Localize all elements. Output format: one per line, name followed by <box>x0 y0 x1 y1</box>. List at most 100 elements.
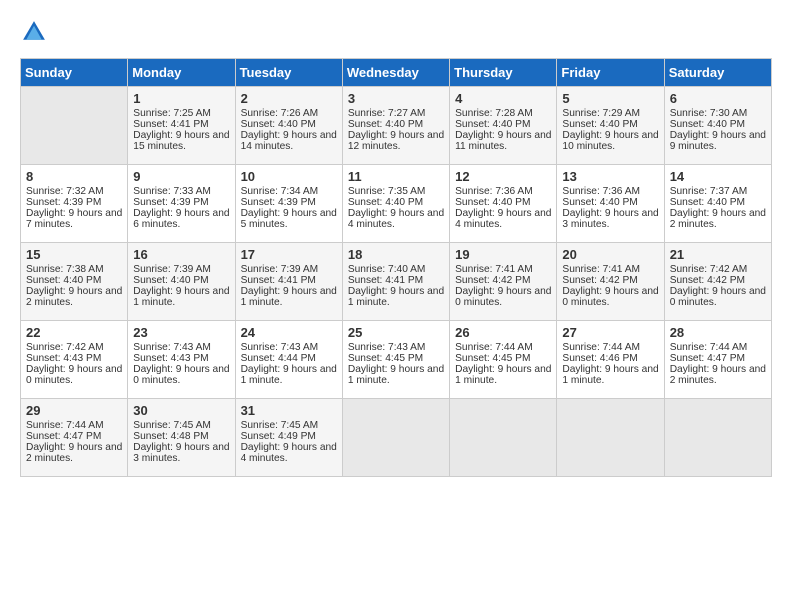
day-number: 4 <box>455 91 552 106</box>
day-number: 21 <box>670 247 767 262</box>
column-header-friday: Friday <box>557 59 664 87</box>
daylight-text: Daylight: 9 hours and 1 minute. <box>241 364 338 386</box>
sunset-text: Sunset: 4:43 PM <box>133 353 230 364</box>
calendar-cell: 15Sunrise: 7:38 AMSunset: 4:40 PMDayligh… <box>21 243 128 321</box>
calendar-cell: 25Sunrise: 7:43 AMSunset: 4:45 PMDayligh… <box>342 321 449 399</box>
daylight-text: Daylight: 9 hours and 10 minutes. <box>562 130 659 152</box>
daylight-text: Daylight: 9 hours and 2 minutes. <box>26 286 123 308</box>
daylight-text: Daylight: 9 hours and 4 minutes. <box>348 208 445 230</box>
daylight-text: Daylight: 9 hours and 2 minutes. <box>670 208 767 230</box>
calendar-cell: 3Sunrise: 7:27 AMSunset: 4:40 PMDaylight… <box>342 87 449 165</box>
day-number: 10 <box>241 169 338 184</box>
sunset-text: Sunset: 4:40 PM <box>670 119 767 130</box>
sunset-text: Sunset: 4:40 PM <box>241 119 338 130</box>
sunrise-text: Sunrise: 7:36 AM <box>455 186 552 197</box>
sunrise-text: Sunrise: 7:43 AM <box>133 342 230 353</box>
sunrise-text: Sunrise: 7:39 AM <box>241 264 338 275</box>
daylight-text: Daylight: 9 hours and 1 minute. <box>241 286 338 308</box>
sunrise-text: Sunrise: 7:44 AM <box>562 342 659 353</box>
daylight-text: Daylight: 9 hours and 1 minute. <box>348 286 445 308</box>
sunrise-text: Sunrise: 7:38 AM <box>26 264 123 275</box>
day-number: 13 <box>562 169 659 184</box>
sunrise-text: Sunrise: 7:45 AM <box>133 420 230 431</box>
day-number: 19 <box>455 247 552 262</box>
day-number: 9 <box>133 169 230 184</box>
sunrise-text: Sunrise: 7:42 AM <box>26 342 123 353</box>
sunset-text: Sunset: 4:40 PM <box>562 197 659 208</box>
sunset-text: Sunset: 4:41 PM <box>241 275 338 286</box>
calendar-cell: 6Sunrise: 7:30 AMSunset: 4:40 PMDaylight… <box>664 87 771 165</box>
day-number: 5 <box>562 91 659 106</box>
day-number: 24 <box>241 325 338 340</box>
week-row: 1Sunrise: 7:25 AMSunset: 4:41 PMDaylight… <box>21 87 772 165</box>
calendar-cell: 17 Sunrise: 7:39 AMSunset: 4:41 PMDayligh… <box>235 243 342 321</box>
calendar-cell <box>664 399 771 477</box>
day-number: 29 <box>26 403 123 418</box>
day-number: 27 <box>562 325 659 340</box>
column-header-wednesday: Wednesday <box>342 59 449 87</box>
sunrise-text: Sunrise: 7:40 AM <box>348 264 445 275</box>
day-number: 31 <box>241 403 338 418</box>
sunrise-text: Sunrise: 7:44 AM <box>455 342 552 353</box>
sunrise-text: Sunrise: 7:41 AM <box>562 264 659 275</box>
day-number: 23 <box>133 325 230 340</box>
day-number: 8 <box>26 169 123 184</box>
sunset-text: Sunset: 4:39 PM <box>241 197 338 208</box>
calendar-cell: 11Sunrise: 7:35 AMSunset: 4:40 PMDayligh… <box>342 165 449 243</box>
sunrise-text: Sunrise: 7:43 AM <box>348 342 445 353</box>
sunrise-text: Sunrise: 7:45 AM <box>241 420 338 431</box>
day-number: 15 <box>26 247 123 262</box>
sunrise-text: Sunrise: 7:34 AM <box>241 186 338 197</box>
daylight-text: Daylight: 9 hours and 3 minutes. <box>562 208 659 230</box>
daylight-text: Daylight: 9 hours and 0 minutes. <box>133 364 230 386</box>
column-header-thursday: Thursday <box>450 59 557 87</box>
calendar-cell <box>21 87 128 165</box>
daylight-text: Daylight: 9 hours and 1 minute. <box>348 364 445 386</box>
sunrise-text: Sunrise: 7:29 AM <box>562 108 659 119</box>
week-row: 29Sunrise: 7:44 AMSunset: 4:47 PMDayligh… <box>21 399 772 477</box>
column-header-sunday: Sunday <box>21 59 128 87</box>
sunset-text: Sunset: 4:46 PM <box>562 353 659 364</box>
week-row: 22Sunrise: 7:42 AMSunset: 4:43 PMDayligh… <box>21 321 772 399</box>
day-number: 17 <box>241 247 338 262</box>
calendar-cell <box>342 399 449 477</box>
sunrise-text: Sunrise: 7:30 AM <box>670 108 767 119</box>
calendar-cell: 22Sunrise: 7:42 AMSunset: 4:43 PMDayligh… <box>21 321 128 399</box>
sunrise-text: Sunrise: 7:39 AM <box>133 264 230 275</box>
header-row: SundayMondayTuesdayWednesdayThursdayFrid… <box>21 59 772 87</box>
day-number: 3 <box>348 91 445 106</box>
sunset-text: Sunset: 4:39 PM <box>26 197 123 208</box>
calendar-cell: 29Sunrise: 7:44 AMSunset: 4:47 PMDayligh… <box>21 399 128 477</box>
daylight-text: Daylight: 9 hours and 0 minutes. <box>455 286 552 308</box>
sunset-text: Sunset: 4:42 PM <box>670 275 767 286</box>
calendar-cell: 23 Sunrise: 7:43 AMSunset: 4:43 PMDayligh… <box>128 321 235 399</box>
daylight-text: Daylight: 9 hours and 12 minutes. <box>348 130 445 152</box>
calendar-cell: 10Sunrise: 7:34 AMSunset: 4:39 PMDayligh… <box>235 165 342 243</box>
calendar-cell <box>557 399 664 477</box>
sunrise-text: Sunrise: 7:44 AM <box>670 342 767 353</box>
sunrise-text: Sunrise: 7:41 AM <box>455 264 552 275</box>
sunrise-text: Sunrise: 7:32 AM <box>26 186 123 197</box>
sunrise-text: Sunrise: 7:36 AM <box>562 186 659 197</box>
day-number: 20 <box>562 247 659 262</box>
header <box>20 18 772 46</box>
daylight-text: Daylight: 9 hours and 1 minute. <box>562 364 659 386</box>
sunset-text: Sunset: 4:47 PM <box>26 431 123 442</box>
daylight-text: Daylight: 9 hours and 4 minutes. <box>455 208 552 230</box>
sunset-text: Sunset: 4:45 PM <box>455 353 552 364</box>
sunset-text: Sunset: 4:40 PM <box>133 275 230 286</box>
day-number: 1 <box>133 91 230 106</box>
calendar-cell: 30Sunrise: 7:45 AMSunset: 4:48 PMDayligh… <box>128 399 235 477</box>
sunset-text: Sunset: 4:40 PM <box>670 197 767 208</box>
daylight-text: Daylight: 9 hours and 2 minutes. <box>670 364 767 386</box>
daylight-text: Daylight: 9 hours and 1 minute. <box>133 286 230 308</box>
column-header-tuesday: Tuesday <box>235 59 342 87</box>
sunset-text: Sunset: 4:43 PM <box>26 353 123 364</box>
calendar-cell: 5Sunrise: 7:29 AMSunset: 4:40 PMDaylight… <box>557 87 664 165</box>
calendar-cell: 2Sunrise: 7:26 AMSunset: 4:40 PMDaylight… <box>235 87 342 165</box>
daylight-text: Daylight: 9 hours and 15 minutes. <box>133 130 230 152</box>
daylight-text: Daylight: 9 hours and 2 minutes. <box>26 442 123 464</box>
calendar-cell: 1Sunrise: 7:25 AMSunset: 4:41 PMDaylight… <box>128 87 235 165</box>
sunset-text: Sunset: 4:45 PM <box>348 353 445 364</box>
daylight-text: Daylight: 9 hours and 0 minutes. <box>670 286 767 308</box>
